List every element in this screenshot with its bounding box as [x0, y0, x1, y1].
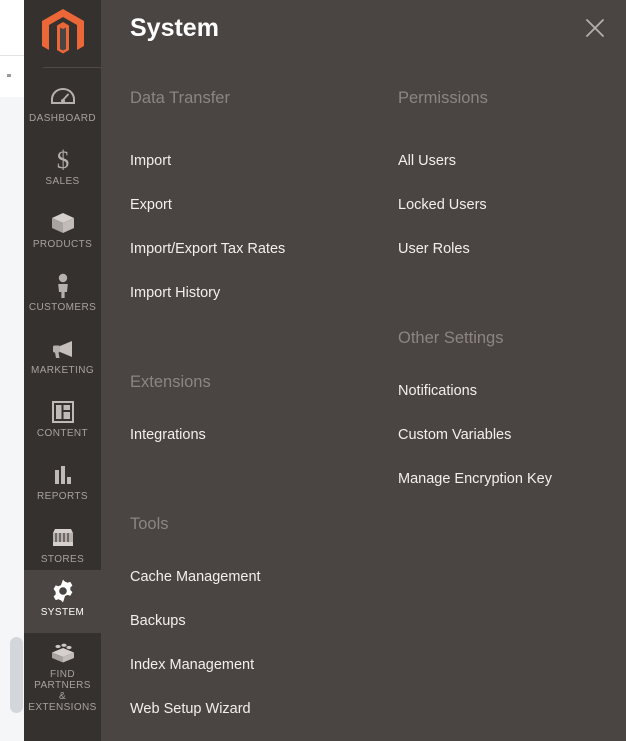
sidebar-item-label: CONTENT [36, 428, 89, 439]
bar-chart-icon [51, 462, 75, 488]
gear-icon [50, 578, 76, 604]
page-title: System [130, 14, 219, 42]
sidebar-item-customers[interactable]: CUSTOMERS [24, 265, 101, 328]
sidebar-item-products[interactable]: PRODUCTS [24, 202, 101, 265]
menu-item-web-setup-wizard[interactable]: Web Setup Wizard [130, 700, 251, 718]
menu-item-integrations[interactable]: Integrations [130, 426, 206, 444]
group-title-data-transfer: Data Transfer [130, 89, 230, 107]
sidebar-item-label: MARKETING [30, 365, 95, 376]
sidebar-item-label: PRODUCTS [32, 239, 93, 250]
sidebar-item-sales[interactable]: $ SALES [24, 139, 101, 202]
admin-sidebar: DASHBOARD $ SALES PRODUCTS CUSTOMERS MAR… [24, 0, 107, 741]
magento-logo-icon [41, 8, 84, 53]
megaphone-icon [50, 336, 76, 362]
group-title-tools: Tools [130, 515, 169, 533]
sidebar-item-label: SALES [45, 176, 80, 187]
panel-header: System [101, 0, 626, 64]
box-icon [50, 210, 76, 236]
sidebar-item-system[interactable]: SYSTEM [24, 570, 101, 633]
menu-item-import[interactable]: Import [130, 152, 171, 170]
sidebar-divider [43, 67, 107, 68]
sidebar-item-marketing[interactable]: MARKETING [24, 328, 101, 391]
menu-item-index-management[interactable]: Index Management [130, 656, 254, 674]
sidebar-item-dashboard[interactable]: DASHBOARD [24, 76, 101, 139]
sidebar-item-find-partners-extensions[interactable]: FIND PARTNERS & EXTENSIONS [24, 633, 101, 713]
menu-item-manage-encryption-key[interactable]: Manage Encryption Key [398, 470, 552, 488]
menu-item-notifications[interactable]: Notifications [398, 382, 477, 400]
group-title-permissions: Permissions [398, 89, 488, 107]
page-scrollbar-track[interactable] [5, 0, 23, 741]
close-button[interactable] [578, 11, 612, 45]
sidebar-item-label: FIND PARTNERS & EXTENSIONS [28, 669, 97, 713]
sidebar-item-label: STORES [40, 554, 85, 565]
menu-item-backups[interactable]: Backups [130, 612, 186, 630]
group-title-extensions: Extensions [130, 373, 211, 391]
dollar-sign-icon: $ [54, 147, 72, 173]
system-menu-panel: System Data Transfer Import Export Impor… [101, 0, 626, 741]
sidebar-item-label: DASHBOARD [29, 113, 96, 124]
group-title-other-settings: Other Settings [398, 329, 504, 347]
menu-item-cache-management[interactable]: Cache Management [130, 568, 261, 586]
dashboard-gauge-icon [50, 84, 75, 110]
menu-item-import-export-tax-rates[interactable]: Import/Export Tax Rates [130, 240, 285, 258]
lego-brick-icon [49, 641, 77, 666]
menu-item-import-history[interactable]: Import History [130, 284, 220, 302]
sidebar-item-label: CUSTOMERS [28, 302, 97, 313]
storefront-icon [50, 525, 76, 551]
sidebar-item-reports[interactable]: REPORTS [24, 454, 101, 517]
menu-item-all-users[interactable]: All Users [398, 152, 456, 170]
page-scrollbar-thumb[interactable] [10, 637, 23, 713]
magento-logo[interactable] [24, 0, 101, 67]
person-icon [54, 273, 72, 299]
menu-item-custom-variables[interactable]: Custom Variables [398, 426, 511, 444]
menu-item-locked-users[interactable]: Locked Users [398, 196, 487, 214]
sidebar-item-label: SYSTEM [40, 607, 85, 618]
menu-item-export[interactable]: Export [130, 196, 172, 214]
close-icon [586, 19, 604, 37]
sidebar-item-label: REPORTS [37, 491, 88, 502]
sidebar-item-content[interactable]: CONTENT [24, 391, 101, 454]
layout-page-icon [51, 399, 75, 425]
svg-text:$: $ [56, 147, 69, 173]
menu-item-user-roles[interactable]: User Roles [398, 240, 470, 258]
